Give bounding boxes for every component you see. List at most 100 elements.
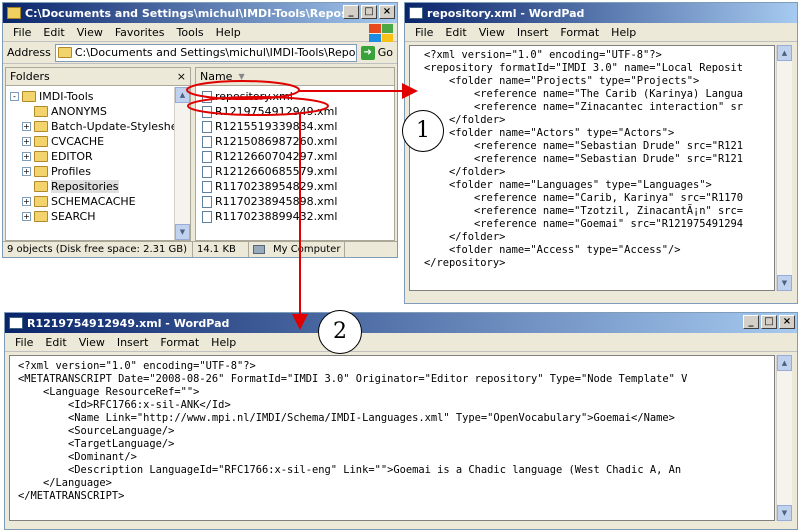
- file-name: repository.xml: [215, 90, 293, 103]
- expand-icon[interactable]: +: [22, 137, 31, 146]
- scroll-down-icon[interactable]: ▼: [777, 275, 792, 291]
- menu-insert[interactable]: Insert: [511, 26, 555, 39]
- name-column-header[interactable]: Name ▼: [196, 68, 394, 86]
- address-input[interactable]: C:\Documents and Settings\michul\IMDI-To…: [54, 43, 357, 62]
- menu-edit[interactable]: Edit: [37, 26, 70, 39]
- expand-icon[interactable]: +: [22, 167, 31, 176]
- file-item[interactable]: repository.xml: [200, 89, 394, 104]
- file-icon: [202, 90, 212, 103]
- minimize-button[interactable]: _: [743, 315, 759, 329]
- expand-icon[interactable]: +: [22, 212, 31, 221]
- wordpad-repository-window: repository.xml - WordPad File Edit View …: [404, 2, 798, 304]
- minimize-button[interactable]: _: [343, 5, 359, 19]
- menu-insert[interactable]: Insert: [111, 336, 155, 349]
- close-button[interactable]: ×: [779, 315, 795, 329]
- open-folder-icon: [34, 181, 48, 192]
- file-item[interactable]: R1212660685579.xml: [200, 164, 394, 179]
- tree-item-profiles[interactable]: + Profiles: [10, 164, 174, 179]
- menu-help[interactable]: Help: [210, 26, 247, 39]
- code-line: <folder name="Access" type="Access"/>: [424, 244, 681, 256]
- folder-icon: [34, 106, 48, 117]
- scroll-up-icon[interactable]: ▲: [777, 355, 792, 371]
- expand-icon[interactable]: +: [22, 122, 31, 131]
- menu-edit[interactable]: Edit: [439, 26, 472, 39]
- menu-file[interactable]: File: [409, 26, 439, 39]
- file-icon: [202, 120, 212, 133]
- code-line: <folder name="Actors" type="Actors">: [424, 127, 675, 139]
- status-location-label: My Computer: [269, 242, 346, 257]
- repository-document[interactable]: <?xml version="1.0" encoding="UTF-8"?> <…: [409, 45, 775, 291]
- file-name: R1170238945898.xml: [215, 195, 338, 208]
- scroll-up-icon[interactable]: ▲: [175, 87, 190, 103]
- file-item[interactable]: R1170238954829.xml: [200, 179, 394, 194]
- explorer-titlebar[interactable]: C:\Documents and Settings\michul\IMDI-To…: [3, 3, 397, 23]
- menu-format[interactable]: Format: [154, 336, 205, 349]
- file-item[interactable]: R1215519339834.xml: [200, 119, 394, 134]
- scroll-down-icon[interactable]: ▼: [777, 505, 792, 521]
- tree-label: Batch-Update-Stylesheets: [51, 120, 174, 133]
- callout-two: 2: [318, 310, 362, 354]
- menu-format[interactable]: Format: [554, 26, 605, 39]
- file-item[interactable]: R1219754912949.xml: [200, 104, 394, 119]
- menu-file[interactable]: File: [7, 26, 37, 39]
- files-pane: Name ▼ repository.xml R1219754912949.xml…: [195, 67, 395, 241]
- status-location: My Computer: [249, 242, 349, 257]
- code-line: <TargetLanguage/>: [18, 438, 175, 450]
- code-line: <folder name="Projects" type="Projects">: [424, 75, 700, 87]
- code-line: </METATRANSCRIPT>: [18, 490, 125, 502]
- wordpad-r-title: R1219754912949.xml - WordPad: [27, 316, 230, 330]
- code-line: </folder>: [424, 231, 506, 243]
- tree-label: SCHEMACACHE: [51, 195, 136, 208]
- repository-scrollbar[interactable]: ▲ ▼: [776, 45, 792, 291]
- maximize-button[interactable]: □: [361, 5, 377, 19]
- expand-icon[interactable]: +: [22, 197, 31, 206]
- tree-item-editor[interactable]: + EDITOR: [10, 149, 174, 164]
- wordpad-repository-titlebar[interactable]: repository.xml - WordPad: [405, 3, 797, 23]
- tree-item-anonyms[interactable]: ANONYMS: [10, 104, 174, 119]
- collapse-icon[interactable]: -: [10, 92, 19, 101]
- file-item[interactable]: R1170238899432.xml: [200, 209, 394, 224]
- tree-label: Profiles: [51, 165, 91, 178]
- tree-item-repositories[interactable]: Repositories: [10, 179, 174, 194]
- menu-tools[interactable]: Tools: [171, 26, 210, 39]
- file-item[interactable]: R1215086987260.xml: [200, 134, 394, 149]
- menu-help[interactable]: Help: [205, 336, 242, 349]
- folders-scrollbar[interactable]: ▲ ▼: [174, 87, 190, 240]
- tree-item-cvcache[interactable]: + CVCACHE: [10, 134, 174, 149]
- tree-item-batch-update[interactable]: + Batch-Update-Stylesheets: [10, 119, 174, 134]
- close-pane-icon[interactable]: ×: [177, 70, 186, 83]
- code-line: <METATRANSCRIPT Date="2008-08-26" Format…: [18, 373, 688, 385]
- close-button[interactable]: ×: [379, 5, 395, 19]
- file-icon: [202, 195, 212, 208]
- file-item[interactable]: R1212660704297.xml: [200, 149, 394, 164]
- expand-icon[interactable]: +: [22, 152, 31, 161]
- wordpad-r-titlebar[interactable]: R1219754912949.xml - WordPad _ □ ×: [5, 313, 797, 333]
- maximize-button[interactable]: □: [761, 315, 777, 329]
- menu-view[interactable]: View: [71, 26, 109, 39]
- tree-item-search[interactable]: + SEARCH: [10, 209, 174, 224]
- scroll-up-icon[interactable]: ▲: [777, 45, 792, 61]
- status-objects: 9 objects (Disk free space: 2.31 GB): [3, 242, 193, 257]
- r-scrollbar[interactable]: ▲ ▼: [776, 355, 792, 521]
- menu-view[interactable]: View: [73, 336, 111, 349]
- computer-icon: [253, 245, 265, 254]
- menu-edit[interactable]: Edit: [39, 336, 72, 349]
- tree-item-imdi-tools[interactable]: - IMDI-Tools: [10, 89, 174, 104]
- menu-favorites[interactable]: Favorites: [109, 26, 171, 39]
- r-document[interactable]: <?xml version="1.0" encoding="UTF-8"?> <…: [9, 355, 775, 521]
- explorer-menubar: File Edit View Favorites Tools Help: [3, 23, 397, 42]
- folder-tree: - IMDI-Tools ANONYMS + Batch-Update-Styl…: [6, 87, 174, 240]
- file-icon: [202, 150, 212, 163]
- file-icon: [202, 105, 212, 118]
- name-header-label: Name: [200, 70, 233, 83]
- scroll-down-icon[interactable]: ▼: [175, 224, 190, 240]
- wordpad-r-window: R1219754912949.xml - WordPad _ □ × File …: [4, 312, 798, 530]
- file-item[interactable]: R1170238945898.xml: [200, 194, 394, 209]
- folder-icon: [34, 196, 48, 207]
- tree-item-schemacache[interactable]: + SCHEMACACHE: [10, 194, 174, 209]
- file-icon: [202, 135, 212, 148]
- menu-file[interactable]: File: [9, 336, 39, 349]
- menu-help[interactable]: Help: [605, 26, 642, 39]
- menu-view[interactable]: View: [473, 26, 511, 39]
- go-button[interactable]: ➜ Go: [360, 45, 393, 60]
